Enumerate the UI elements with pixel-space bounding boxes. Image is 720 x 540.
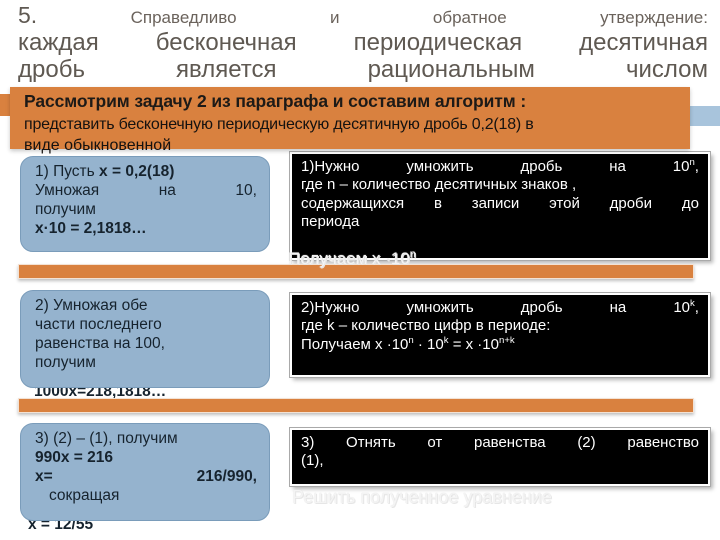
step-1-word: 10, (235, 182, 257, 200)
step-1-rule-line-3: содержащихся в записи этой дроби до (301, 195, 699, 213)
step-1-equation: x = 0,2(18) (99, 163, 175, 180)
step-1-word: на (158, 182, 176, 200)
step-1-line-2: Умножая на 10, (35, 181, 257, 200)
rule-word: равенство (627, 434, 699, 451)
banner-title: Рассмотрим задачу 2 из параграфа и соста… (24, 91, 527, 111)
heading-word: бесконечная (155, 29, 297, 57)
slide-canvas: 5. Справедливо и обратное утверждение: к… (0, 0, 720, 540)
rule-word: в (433, 194, 442, 212)
step-2-line-1: 2) Умножая обе (35, 297, 148, 314)
rule-word: 1)Нужно (301, 158, 360, 175)
heading-word: Справедливо (130, 8, 237, 27)
step-3-line-3: x= 216/990, (35, 467, 257, 486)
step-2-line-3: равенства на 100, (35, 335, 165, 353)
rule-word: Отнять (346, 434, 396, 451)
step-1-line-4: x·10 = 2,1818… (35, 220, 147, 238)
step-3-line-4: сокращая (49, 487, 120, 505)
separator-bar-2 (18, 398, 694, 413)
exponent-n: n (409, 248, 416, 261)
rule-word: содержащихся (301, 194, 405, 212)
step-1-rule-box: 1)Нужно умножить дробь на 10n, где n – к… (289, 151, 711, 261)
rule-power: 10k, (673, 298, 699, 316)
step-1-blue-callout: 1) Пусть x = 0,2(18) Умножая на 10, полу… (20, 156, 270, 252)
heading-word: дробь (18, 56, 85, 84)
step-1-line-3: получим (35, 201, 96, 219)
rule-word: дроби (609, 194, 653, 212)
step-2-rule-line-1: 2)Нужно умножить дробь на 10k, (301, 299, 699, 317)
step-3-blue-callout: 3) (2) – (1), получим 990x = 216 x= 216/… (20, 423, 270, 521)
heading-word: рациональным (367, 56, 535, 84)
step-3-rule-box: 3) Отнять от равенства (2) равенство (1)… (289, 427, 711, 487)
rule-power: 10n, (672, 157, 699, 175)
heading-word: является (176, 56, 277, 84)
heading-number: 5. (18, 2, 38, 28)
rule-word: от (427, 434, 443, 451)
step-1-rule-line-2: где n – количество десятичных знаков , (301, 176, 577, 194)
rule-word: до (681, 194, 699, 212)
page-title: 5. Справедливо и обратное утверждение: к… (18, 2, 708, 83)
step-2-rule-line-3: Получаем x ·10n · 10k = x ·10n+k (301, 334, 515, 353)
step-2-blue-callout: 2) Умножая обе части последнего равенств… (20, 290, 270, 388)
step-2-line-2: части последнего (35, 316, 162, 334)
rule-word: умножить (406, 158, 474, 175)
rule-word: на (609, 158, 626, 175)
heading-word: числом (625, 56, 708, 84)
rule-word: умножить (406, 299, 474, 316)
banner-subtitle-cont: виде обыкновенной (24, 137, 172, 154)
rule-word: записи (471, 194, 520, 212)
banner-subtitle: представить бесконечную периодическую де… (24, 116, 534, 133)
heading-word: десятичная (579, 29, 709, 57)
step-1-rule-line-1: 1)Нужно умножить дробь на 10n, (301, 158, 699, 176)
step-3-line-1: 3) (2) – (1), получим (35, 430, 178, 447)
rule-word: дробь (520, 158, 563, 175)
rule-word: на (609, 299, 627, 316)
step-1-lead: 1) Пусть (35, 163, 95, 180)
step-3-rule-line-1: 3) Отнять от равенства (2) равенство (301, 434, 699, 452)
step-1-word: Умножая (35, 182, 100, 200)
exponent-n-plus-k: n+k (498, 334, 515, 346)
step-1-ghost-note: Получаем x ·10n (288, 248, 416, 268)
task-banner: Рассмотрим задачу 2 из параграфа и соста… (10, 87, 690, 154)
heading-word: периодическая (353, 29, 523, 57)
rule-word: равенства (473, 434, 546, 451)
heading-line-3: дробь является рациональным числом (18, 56, 708, 83)
heading-word: утверждение: (600, 8, 708, 27)
rule-word: (2) (577, 434, 596, 451)
rule-word: этой (549, 194, 580, 212)
rule-word: 3) (301, 434, 315, 451)
step-2-rule-box: 2)Нужно умножить дробь на 10k, где k – к… (289, 292, 711, 378)
heading-word: обратное (432, 8, 507, 27)
rule-word: дробь (520, 299, 563, 316)
banner-right-tab (690, 106, 720, 126)
step-3-fraction: 216/990, (196, 468, 257, 486)
step-3-rule-line-2: (1), (301, 452, 324, 470)
step-3-x-label: x= (35, 468, 53, 486)
step-3-ghost-note: Решить полученное уравнение (292, 487, 552, 507)
step-3-line-2: 990x = 216 (35, 449, 114, 467)
step-2-line-4: получим (35, 354, 96, 372)
heading-word: и (329, 8, 340, 27)
step-1-rule-line-4: периода (301, 212, 360, 230)
heading-line-1: 5. Справедливо и обратное утверждение: (18, 2, 708, 28)
heading-word: каждая (18, 29, 99, 57)
step-1-line-1: 1) Пусть x = 0,2(18) (35, 162, 257, 181)
heading-line-2: каждая бесконечная периодическая десятич… (18, 29, 708, 56)
rule-word: 2)Нужно (301, 299, 360, 316)
step-2-rule-line-2: где k – количество цифр в периоде: (301, 317, 551, 335)
